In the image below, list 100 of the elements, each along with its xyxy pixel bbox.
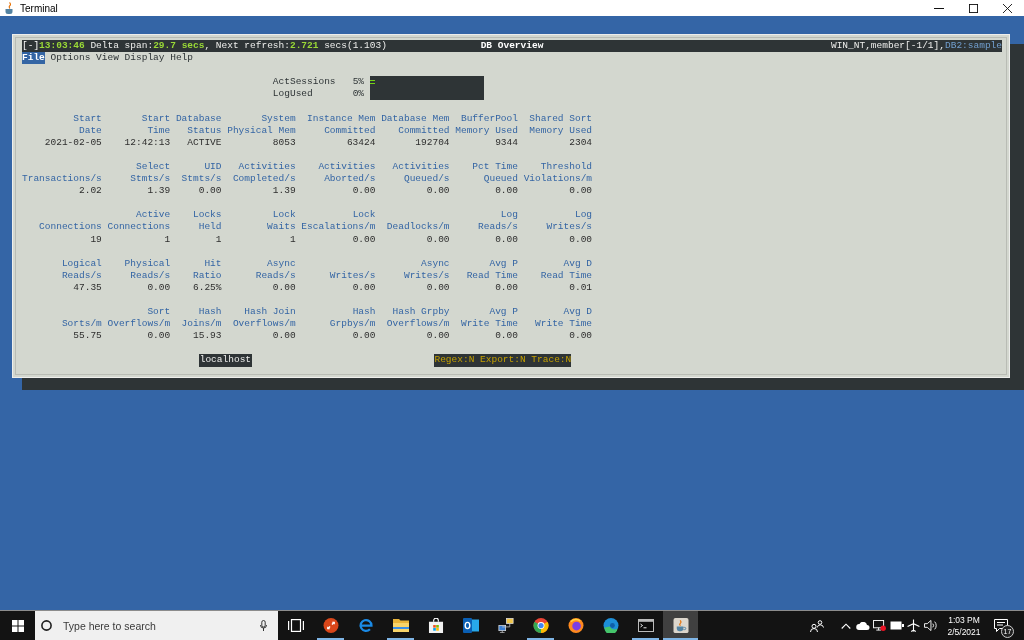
close-icon [1002,3,1012,13]
clock-button[interactable]: 1:03 PM 2/5/2021 [944,613,984,638]
gauge-reading: 5% [352,76,365,89]
metric-value: 0.00 [426,185,450,198]
coffee-cup-icon [5,2,15,14]
column-header: Hit Ratio [193,257,222,282]
metric-value: 0.00 [352,281,376,294]
column-header: Pct Time Queued [472,160,518,186]
menu-item[interactable]: View [96,52,119,65]
column-header: Transactions/s [22,173,102,186]
column-header: Sort Overflows/m [107,306,171,331]
column-header: Lock Escalations/m [301,209,376,234]
menu-item[interactable]: Options [50,52,91,65]
metric-value: 0.00 [272,330,296,343]
monitor-alert-icon[interactable] [873,620,886,631]
database-name: DB2:sample [945,40,1002,53]
arrows-disc-icon [322,618,339,633]
metric-value: 0.00 [272,281,296,294]
stat-value: 2.721 [289,40,319,53]
column-header: Async Writes/s [403,257,450,282]
column-header: Database Status [175,112,222,137]
column-header: UID Stmts/s [181,160,222,186]
shopping-bag-icon [427,618,444,633]
refresh-note: secs(1.103) [324,40,387,53]
metric-value: 192704 [415,136,450,149]
column-header: Hash Grpbys/m [329,306,376,331]
screen-title: DB Overview [480,40,544,53]
instance-info: WIN_NT,member[-1/1], [830,40,945,53]
collapse-button[interactable]: [-] [22,40,40,53]
column-header: Start Time [141,112,171,137]
chevron-up-icon[interactable] [840,622,851,629]
metric-value: 0.01 [569,281,593,294]
metric-value: 0.00 [352,330,376,343]
column-header: Lock Waits [267,209,296,234]
four-squares-icon [11,619,24,632]
menu-item[interactable]: File [22,52,45,65]
metric-value: 0.00 [495,233,518,246]
taskbar-button[interactable] [663,611,698,640]
column-header: Instance Mem Committed [307,112,376,137]
minimize-icon [934,7,944,9]
tricolor-ring-icon [532,618,549,633]
column-header: Async Reads/s [255,257,296,282]
metric-value: 2.02 [79,185,102,198]
column-header: Hash Joins/m [181,306,222,331]
stat-value: 29.7 secs [153,40,205,53]
metric-value: 63424 [346,136,376,149]
metric-value: 0.00 [426,281,450,294]
column-header: Avg D Read Time [540,257,593,282]
column-header: Sorts/m [61,318,102,331]
metric-value: 47.35 [73,281,102,294]
metric-value: 19 [90,233,102,246]
column-header: System Physical Mem [227,112,296,137]
metric-value: 1 [289,233,296,246]
metric-value: 0.00 [426,233,450,246]
clock-time: 13:03:46 [39,40,85,53]
menu-item[interactable]: Help [170,52,194,65]
microphone-icon[interactable] [260,620,267,631]
metric-value: 0.00 [352,233,376,246]
column-header: Avg P Read Time [466,257,518,282]
window-title: Terminal [20,2,58,14]
menu-item[interactable]: Display [124,52,165,65]
column-header: Activities Aborted/s [318,160,376,186]
column-header: BufferPool Memory Used [455,112,518,137]
arc-icon [357,618,374,633]
metric-value: 8053 [272,136,296,149]
column-header: Activities Completed/s [232,160,296,186]
folder-icon [392,618,409,633]
ring-tile-icon [462,618,479,633]
flags-label: Regex:N Export:N Trace:N [434,354,572,367]
speaker-icon[interactable] [924,620,937,631]
metric-value: 1.39 [147,185,171,198]
computers-icon [497,618,514,633]
column-header: Avg P Write Time [460,306,518,331]
ringed-disc-icon [567,618,584,633]
metric-value: 0.00 [426,330,450,343]
stat-label: Delta span: [90,40,154,53]
metric-value: 0.00 [569,233,593,246]
metric-value: 0.00 [352,185,376,198]
gauge-reading: 0% [352,88,365,101]
plane-icon[interactable] [907,619,920,632]
metric-value: 1 [215,233,222,246]
metric-value: 0.00 [495,281,518,294]
metric-value: 0.00 [495,185,518,198]
people-icon[interactable] [810,619,824,632]
stat-label: , Next refresh: [204,40,290,53]
column-header: Deadlocks/m [386,221,450,234]
metric-value: 12:42:13 [124,136,171,149]
column-header: Log Reads/s [478,209,518,234]
column-header: Hash Grpby Overflows/m [386,306,450,331]
metric-value: 2304 [569,136,593,149]
metric-value: 1.39 [272,185,296,198]
cloud-icon[interactable] [855,621,870,630]
column-header: Hash Join Overflows/m [232,306,296,331]
column-header: Active Connections [107,209,171,234]
battery-icon[interactable] [889,621,904,630]
metric-value: ACTIVE [187,136,222,149]
column-header: Logical Reads/s [61,257,102,282]
column-header: Connections [39,221,102,234]
search-field[interactable]: Type here to search [35,611,278,640]
host-label: localhost [198,354,253,367]
